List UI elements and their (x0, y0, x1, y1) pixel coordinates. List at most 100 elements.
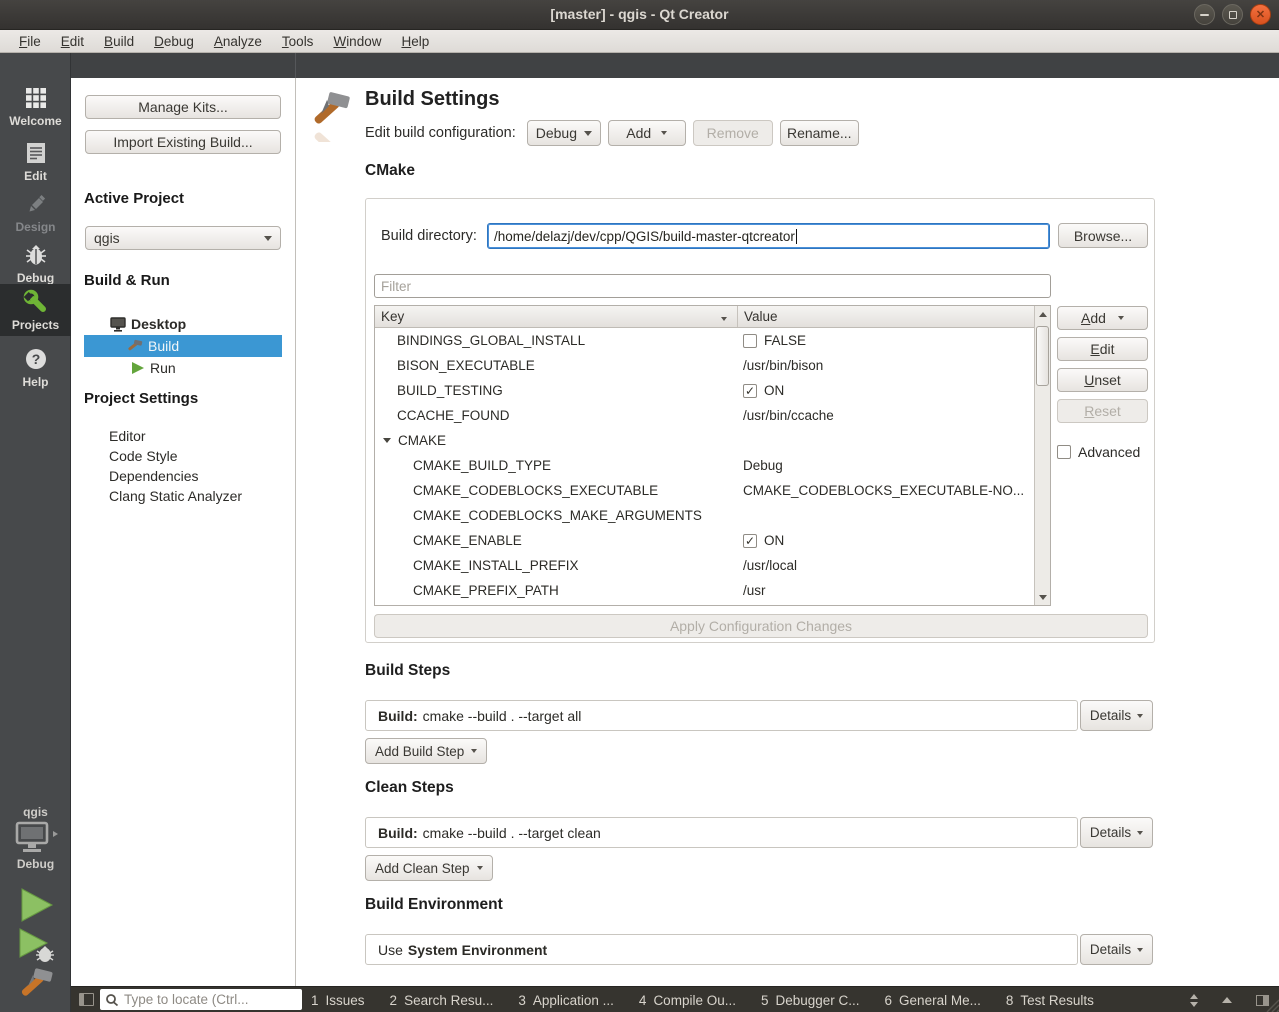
menu-edit[interactable]: Edit (52, 32, 93, 51)
chevron-down-icon (1137, 948, 1143, 952)
checkbox-icon[interactable] (743, 334, 757, 348)
mode-help[interactable]: ? Help (0, 341, 71, 393)
edit-build-config-label: Edit build configuration: (365, 125, 516, 141)
apply-configuration-button: Apply Configuration Changes (374, 614, 1148, 638)
add-build-step-button[interactable]: Add Build Step (365, 738, 487, 764)
mode-projects[interactable]: Projects (0, 284, 71, 336)
qt-creator-window: [master] - qgis - Qt Creator ✕ FileEditB… (0, 0, 1279, 1012)
mode-welcome[interactable]: Welcome (0, 80, 71, 132)
browse-button[interactable]: Browse... (1058, 223, 1148, 248)
filter-input[interactable]: Filter (374, 274, 1051, 298)
monitor-icon (108, 317, 128, 332)
scrollbar-thumb[interactable] (1036, 326, 1049, 386)
monitor-icon (9, 821, 63, 855)
rename-config-button[interactable]: Rename... (780, 120, 859, 146)
scroll-down-icon[interactable] (1035, 589, 1051, 605)
chevron-down-icon (477, 866, 483, 870)
maximize-pane-icon[interactable] (1222, 997, 1232, 1003)
build-settings-panel: Build Settings Edit build configuration:… (296, 78, 1279, 986)
menu-analyze[interactable]: Analyze (205, 32, 271, 51)
debug-run-button[interactable] (0, 927, 71, 970)
menu-build[interactable]: Build (95, 32, 143, 51)
nav-build-item[interactable]: Build (84, 335, 282, 357)
run-icon (127, 361, 147, 375)
close-button[interactable]: ✕ (1250, 4, 1271, 25)
output-pane-4[interactable]: 4Compile Ou... (639, 993, 736, 1008)
table-scrollbar[interactable] (1034, 306, 1050, 605)
unset-variable-button[interactable]: Unset (1057, 368, 1148, 392)
column-header-value[interactable]: Value (738, 306, 1050, 327)
add-clean-step-button[interactable]: Add Clean Step (365, 855, 493, 881)
add-variable-button[interactable]: Add (1057, 306, 1148, 330)
build-button[interactable] (0, 966, 71, 1011)
cmake-variables-table: Key Value BINDINGS_GLOBAL_INSTALLFALSEBI… (374, 305, 1051, 606)
kit-desktop-item[interactable]: Desktop (84, 313, 282, 335)
clean-step-details-button[interactable]: Details (1080, 817, 1153, 848)
settings-item-dependencies[interactable]: Dependencies (71, 466, 296, 486)
toggle-sidebar-icon[interactable] (79, 993, 94, 1006)
menu-window[interactable]: Window (324, 32, 390, 51)
cmake-row-cmake_build_type[interactable]: CMAKE_BUILD_TYPEDebug (375, 453, 1034, 478)
mode-debug[interactable]: Debug (0, 237, 71, 289)
add-config-button[interactable]: Add (608, 120, 686, 146)
active-project-combo[interactable]: qgis (85, 226, 281, 250)
settings-item-clang-static-analyzer[interactable]: Clang Static Analyzer (71, 486, 296, 506)
output-pane-3[interactable]: 3Application ... (518, 993, 614, 1008)
kit-config-label: Debug (0, 857, 71, 871)
cmake-row-cmake_enable[interactable]: CMAKE_ENABLE✓ON (375, 528, 1034, 553)
edit-build-config-row: Edit build configuration: Debug Add Remo… (365, 120, 859, 146)
build-config-combo[interactable]: Debug (527, 120, 601, 146)
arrange-panes-icon[interactable] (1190, 994, 1198, 1007)
cmake-row-cmake_codeblocks_executable[interactable]: CMAKE_CODEBLOCKS_EXECUTABLECMAKE_CODEBLO… (375, 478, 1034, 503)
kit-selector-button[interactable] (0, 821, 71, 860)
edit-variable-button[interactable]: Edit (1057, 337, 1148, 361)
output-pane-2[interactable]: 2Search Resu... (390, 993, 494, 1008)
cmake-row-cmake_codeblocks_make_arguments[interactable]: CMAKE_CODEBLOCKS_MAKE_ARGUMENTS (375, 503, 1034, 528)
chevron-down-icon (471, 749, 477, 753)
run-button[interactable] (0, 887, 71, 928)
manage-kits-button[interactable]: Manage Kits... (85, 95, 281, 119)
settings-item-code-style[interactable]: Code Style (71, 446, 296, 466)
output-pane-6[interactable]: 6General Me... (885, 993, 981, 1008)
locator-input[interactable]: Type to locate (Ctrl... (100, 989, 302, 1010)
chevron-down-icon (661, 131, 667, 135)
menu-debug[interactable]: Debug (145, 32, 203, 51)
table-header: Key Value (375, 306, 1050, 328)
cmake-row-build_testing[interactable]: BUILD_TESTING✓ON (375, 378, 1034, 403)
mode-edit[interactable]: Edit (0, 135, 71, 187)
menu-file[interactable]: File (10, 32, 50, 51)
grid-icon (0, 84, 71, 112)
output-pane-1[interactable]: 1Issues (311, 993, 365, 1008)
column-header-key[interactable]: Key (375, 306, 738, 327)
advanced-checkbox[interactable]: Advanced (1057, 444, 1140, 460)
cmake-row-bindings_global_install[interactable]: BINDINGS_GLOBAL_INSTALLFALSE (375, 328, 1034, 353)
cmake-row-bison_executable[interactable]: BISON_EXECUTABLE/usr/bin/bison (375, 353, 1034, 378)
menu-tools[interactable]: Tools (273, 32, 323, 51)
cmake-row-ccache_found[interactable]: CCACHE_FOUND/usr/bin/ccache (375, 403, 1034, 428)
build-steps-heading: Build Steps (365, 662, 450, 680)
expand-arrow-icon[interactable] (383, 438, 391, 443)
settings-item-editor[interactable]: Editor (71, 426, 296, 446)
remove-config-button: Remove (693, 120, 773, 146)
resize-grip-icon[interactable] (1259, 992, 1279, 1012)
sort-indicator-icon (721, 309, 727, 324)
chevron-down-icon (1137, 714, 1143, 718)
checkbox-icon[interactable]: ✓ (743, 384, 757, 398)
scroll-up-icon[interactable] (1035, 306, 1051, 322)
maximize-button[interactable] (1222, 4, 1243, 25)
build-environment-details-button[interactable]: Details (1080, 934, 1153, 965)
nav-run-item[interactable]: Run (84, 357, 282, 379)
cmake-row-cmake[interactable]: CMAKE (375, 428, 1034, 453)
cmake-row-cmake_prefix_path[interactable]: CMAKE_PREFIX_PATH/usr (375, 578, 1034, 603)
minimize-button[interactable] (1194, 4, 1215, 25)
build-step-details-button[interactable]: Details (1080, 700, 1153, 731)
import-existing-build-button[interactable]: Import Existing Build... (85, 130, 281, 154)
checkbox-icon[interactable]: ✓ (743, 534, 757, 548)
cmake-row-cmake_install_prefix[interactable]: CMAKE_INSTALL_PREFIX/usr/local (375, 553, 1034, 578)
output-pane-8[interactable]: 8Test Results (1006, 993, 1094, 1008)
output-pane-5[interactable]: 5Debugger C... (761, 993, 860, 1008)
build-directory-input[interactable]: /home/delazj/dev/cpp/QGIS/build-master-q… (487, 223, 1050, 249)
menu-help[interactable]: Help (392, 32, 438, 51)
minimize-icon (1200, 14, 1209, 16)
debug-run-icon (15, 927, 57, 965)
